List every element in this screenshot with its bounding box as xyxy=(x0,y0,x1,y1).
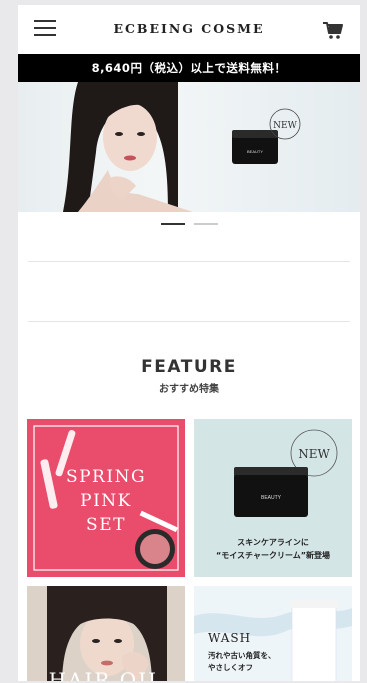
cream-caption-line: スキンケアラインに xyxy=(237,538,309,547)
spring-tile-line: SPRING xyxy=(65,467,147,487)
hero-banner[interactable]: BEAUTY NEW xyxy=(18,82,360,212)
wash-body-line: やさしくオフ xyxy=(208,663,253,672)
hair-tile-title: HAIR OIL xyxy=(48,668,164,681)
site-header: ECBEING COSME xyxy=(18,5,360,53)
carousel-dot-2[interactable] xyxy=(194,223,218,225)
spring-tile-title: SPRING PINK SET xyxy=(27,465,185,537)
cream-new-badge: NEW xyxy=(298,447,330,461)
section-divider xyxy=(28,261,350,262)
carousel-dot-1[interactable] xyxy=(161,223,185,225)
feature-tile-moisture-cream[interactable]: NEW BEAUTY スキンケアラインに “モイスチャークリーム”新登場 xyxy=(194,419,352,577)
carousel-pagination xyxy=(18,223,360,229)
cream-tile-caption: スキンケアラインに “モイスチャークリーム”新登場 xyxy=(194,536,352,562)
feature-tile-spring-pink-set[interactable]: SPRING PINK SET xyxy=(27,419,185,577)
wash-tile-title: WASH xyxy=(208,631,252,645)
hair-tile-art xyxy=(27,586,185,681)
spring-tile-line: PINK xyxy=(80,491,132,511)
phone-screen: ECBEING COSME 8,640円（税込）以上で送料無料！ BEAUTY … xyxy=(18,5,360,681)
feature-tile-hair-oil[interactable]: HAIR OIL xyxy=(27,586,185,681)
feature-subheading: おすすめ特集 xyxy=(159,384,219,395)
spring-tile-line: SET xyxy=(86,515,126,535)
cream-product-label: BEAUTY xyxy=(261,495,282,501)
site-logo[interactable]: ECBEING COSME xyxy=(18,21,360,36)
feature-heading: FEATURE xyxy=(141,357,237,377)
wash-body-line: 汚れや古い角質を、 xyxy=(208,651,276,660)
cream-caption-line: “モイスチャークリーム”新登場 xyxy=(216,551,330,560)
hero-image: BEAUTY NEW xyxy=(63,82,301,212)
hero-new-badge: NEW xyxy=(273,121,297,131)
wash-tile-body: 汚れや古い角質を、 やさしくオフ xyxy=(208,650,276,674)
section-divider xyxy=(28,321,350,322)
feature-tile-wash[interactable]: WASH 汚れや古い角質を、 やさしくオフ xyxy=(194,586,352,681)
hero-product-label: BEAUTY xyxy=(247,149,263,154)
cart-icon[interactable] xyxy=(322,20,344,40)
free-shipping-banner[interactable]: 8,640円（税込）以上で送料無料！ xyxy=(18,54,360,82)
